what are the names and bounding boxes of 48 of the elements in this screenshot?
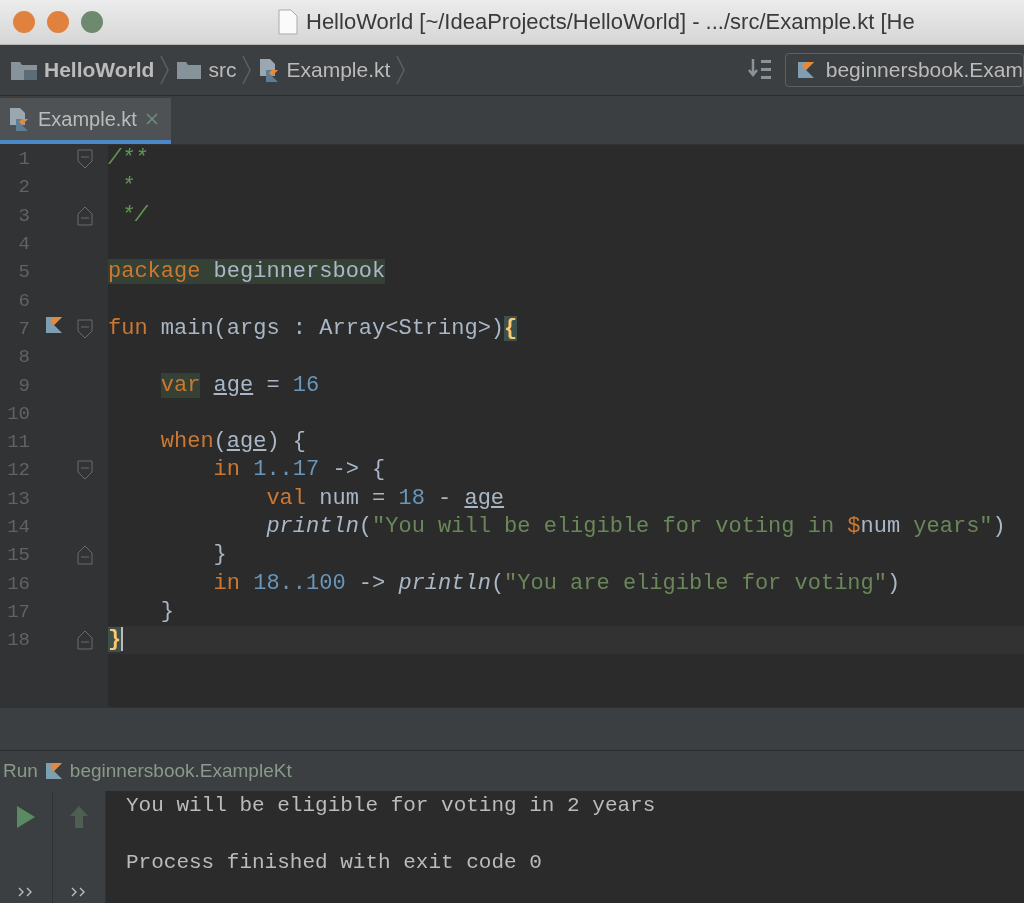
fold-icon[interactable] — [77, 205, 93, 226]
kotlin-icon — [43, 761, 64, 781]
editor-tab[interactable]: Example.kt — [0, 98, 171, 144]
code-line: println("You will be eligible for voting in $num years") — [265, 513, 1006, 541]
separator-icon — [396, 55, 407, 85]
fold-icon[interactable] — [77, 149, 93, 170]
fold-icon[interactable] — [77, 318, 93, 339]
code-line: val num = 18 - age — [265, 484, 505, 513]
up-arrow-icon[interactable] — [69, 805, 89, 829]
code-line: * — [120, 173, 135, 202]
maximize-button[interactable] — [81, 11, 103, 33]
window-title: HelloWorld [~/IdeaProjects/HelloWorld] - .../src/Example.kt [He — [306, 9, 915, 35]
chevron-icon[interactable] — [71, 887, 87, 897]
document-icon — [278, 9, 298, 35]
code-line: in 18..100 -> println("You are eligible for voting") — [212, 569, 901, 598]
chevron-icon[interactable] — [18, 887, 34, 897]
fold-icon[interactable] — [77, 545, 93, 566]
kotlin-file-icon — [8, 107, 30, 131]
console-output: Process finished with exit code 0 — [126, 850, 542, 874]
run-marker-icon — [44, 315, 64, 336]
code-line: */ — [120, 201, 148, 230]
breadcrumb-item[interactable]: HelloWorld — [10, 58, 155, 82]
close-icon[interactable] — [144, 112, 159, 126]
code-line: fun main(args : Array<String>){ — [108, 314, 518, 343]
panel-title: Run — [3, 760, 38, 782]
code-line: when(age) { — [159, 428, 307, 457]
fold-icon[interactable] — [77, 630, 93, 651]
code-line: } — [159, 597, 174, 626]
play-icon[interactable] — [16, 805, 36, 829]
code-line: in 1..17 -> { — [212, 456, 386, 485]
folder-icon — [10, 59, 38, 81]
run-config-name: beginnersbook.ExampleKt — [69, 760, 292, 782]
kotlin-icon — [795, 60, 816, 80]
close-button[interactable] — [13, 11, 35, 33]
breadcrumb-item[interactable]: src — [176, 58, 237, 82]
code-line: /** — [108, 145, 148, 174]
fold-icon[interactable] — [77, 460, 93, 481]
breadcrumb-item[interactable]: Example.kt — [258, 58, 391, 82]
minimize-button[interactable] — [47, 11, 69, 33]
kotlin-file-icon — [258, 58, 281, 82]
code-line: } — [212, 541, 227, 570]
run-configuration-dropdown[interactable]: beginnersbook.Exam — [784, 53, 1024, 87]
code-line: var age = 16 — [159, 371, 320, 400]
separator-icon — [242, 55, 253, 85]
console-output: You will be eligible for voting in 2 years — [126, 793, 656, 817]
separator-icon — [160, 55, 171, 85]
folder-icon — [176, 60, 203, 80]
code-line: package beginnersbook — [108, 258, 386, 287]
